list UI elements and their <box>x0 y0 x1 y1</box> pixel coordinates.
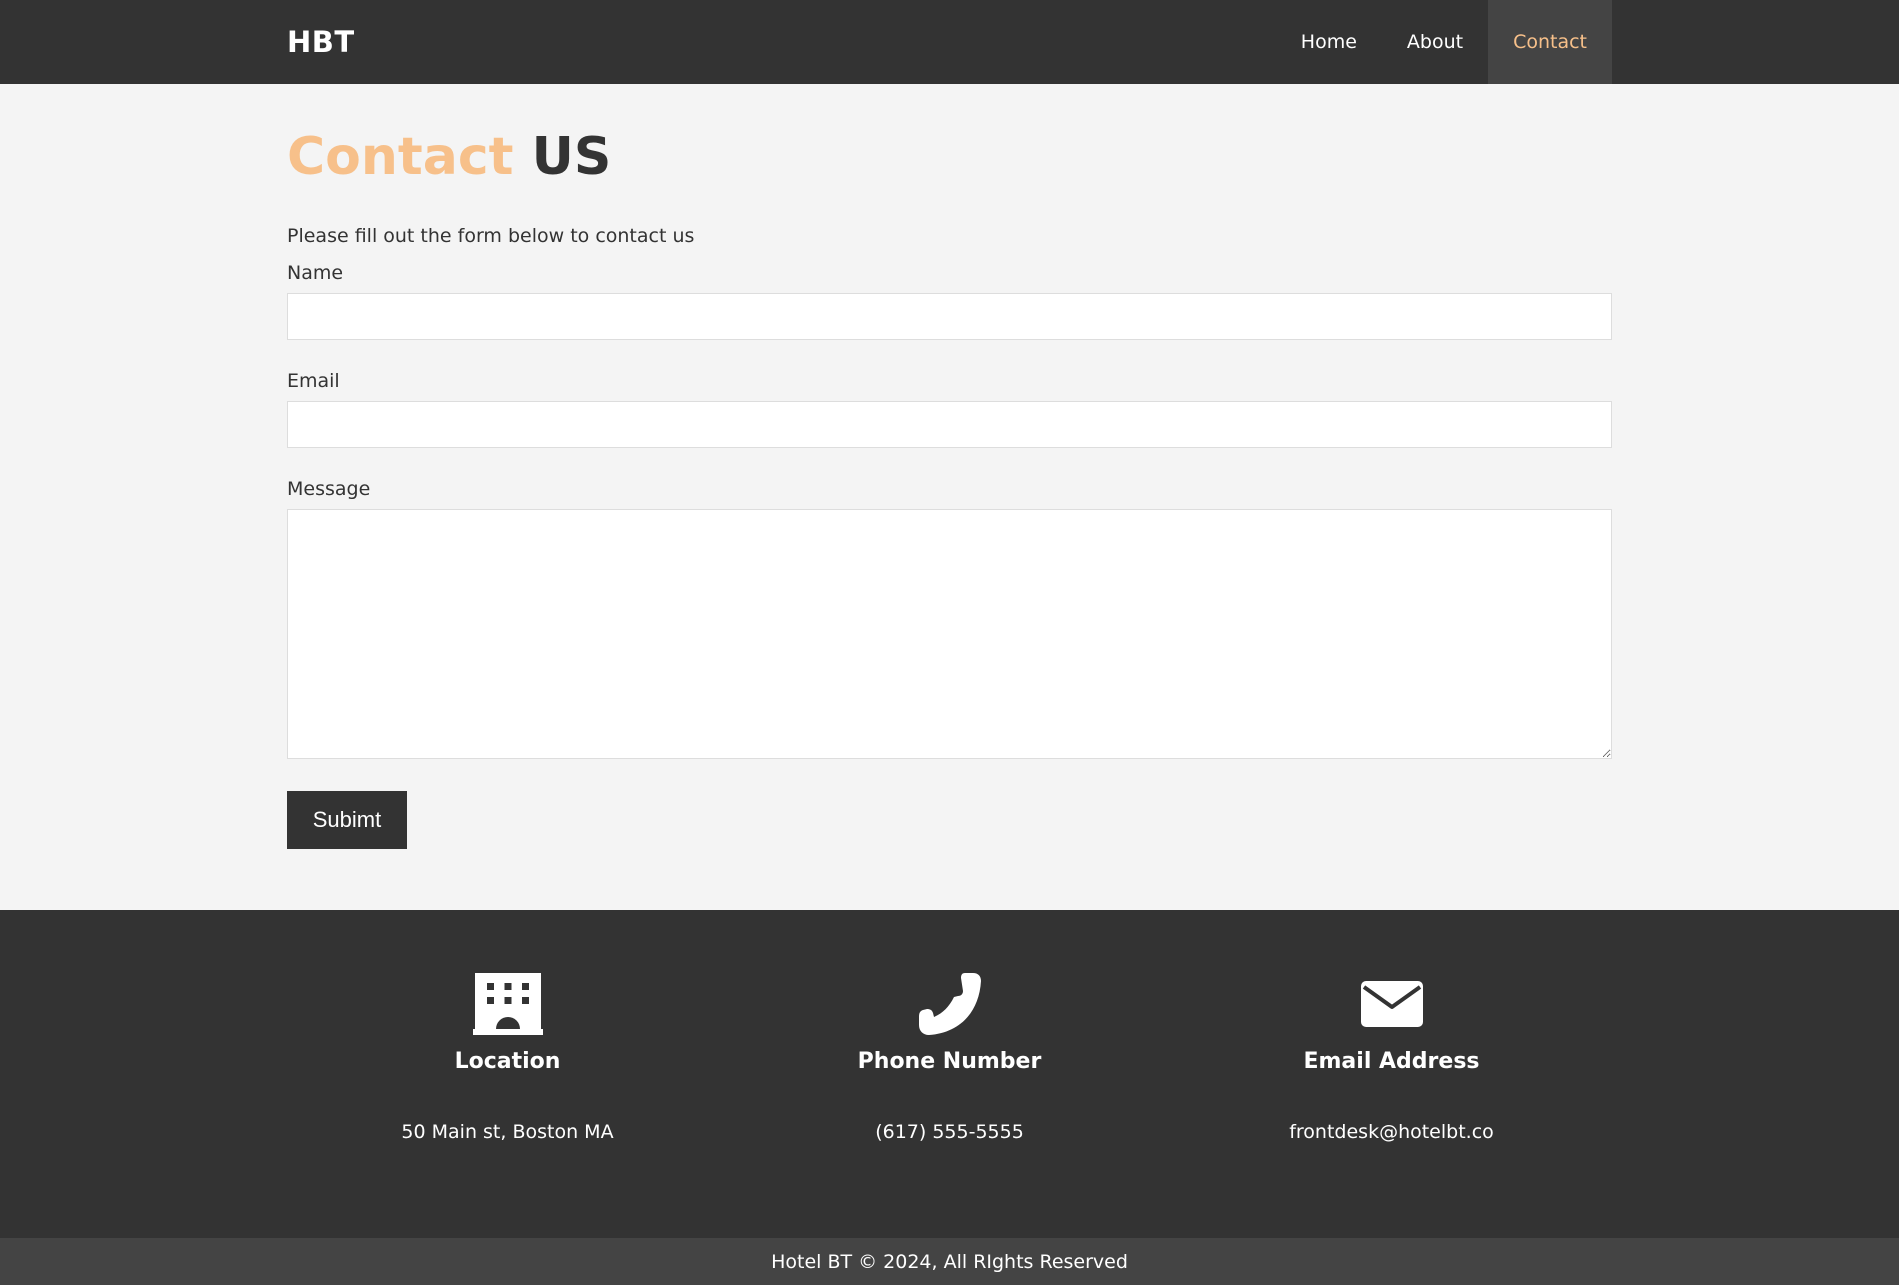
email-info: Email Address frontdesk@hotelbt.co <box>1171 972 1612 1143</box>
page-title-accent: Contact <box>287 127 514 187</box>
submit-button[interactable]: Subimt <box>287 791 407 850</box>
email-field[interactable] <box>287 401 1612 449</box>
nav-link-home[interactable]: Home <box>1276 0 1382 84</box>
phone-value: (617) 555-5555 <box>875 1121 1024 1143</box>
contact-section: Contact US Please fill out the form belo… <box>0 84 1899 910</box>
location-value: 50 Main st, Boston MA <box>401 1121 614 1143</box>
brand-logo[interactable]: HBT <box>287 25 355 59</box>
contact-form: Name Email Message Subimt <box>287 262 1612 850</box>
building-icon <box>287 972 728 1036</box>
contact-info: Location 50 Main st, Boston MA Phone Num… <box>0 910 1899 1238</box>
message-label: Message <box>287 478 371 501</box>
email-label: Email <box>287 370 340 393</box>
phone-info: Phone Number (617) 555-5555 <box>729 972 1170 1143</box>
copyright-bar: Hotel BT © 2024, All RIghts Reserved <box>0 1238 1899 1285</box>
page-title: Contact US <box>287 126 1612 188</box>
location-title: Location <box>454 1049 561 1074</box>
location-info: Location 50 Main st, Boston MA <box>287 972 728 1143</box>
message-field[interactable] <box>287 509 1612 760</box>
nav-link-contact[interactable]: Contact <box>1488 0 1612 84</box>
page-title-rest: US <box>531 127 612 187</box>
name-label: Name <box>287 262 344 285</box>
navbar: HBT Home About Contact <box>0 0 1899 84</box>
name-field[interactable] <box>287 293 1612 341</box>
envelope-icon <box>1171 972 1612 1036</box>
nav-links: Home About Contact <box>1276 0 1612 84</box>
phone-icon <box>729 972 1170 1036</box>
phone-title: Phone Number <box>857 1049 1042 1074</box>
form-intro: Please fill out the form below to contac… <box>287 225 695 248</box>
email-title: Email Address <box>1303 1049 1480 1074</box>
nav-link-about[interactable]: About <box>1382 0 1488 84</box>
email-value: frontdesk@hotelbt.co <box>1289 1121 1494 1143</box>
